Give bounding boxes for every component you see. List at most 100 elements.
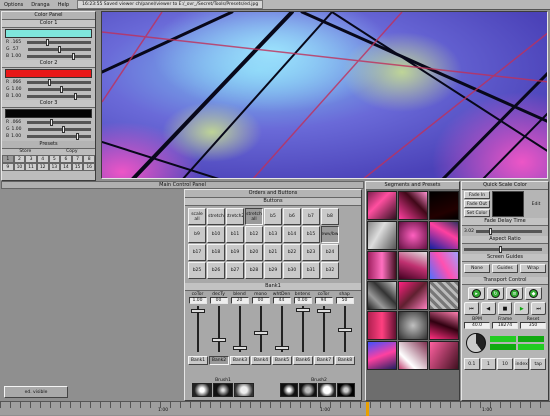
transport-bottom-button-4[interactable]: index	[513, 358, 530, 370]
fader-value[interactable]: 94	[314, 297, 333, 304]
fader-value[interactable]: 1.00	[188, 297, 207, 304]
fader-knob[interactable]	[211, 338, 226, 342]
order-button-24[interactable]: b24	[321, 244, 339, 261]
fader-slider[interactable]	[293, 304, 313, 354]
bank-button-2[interactable]: Bank2	[209, 356, 229, 365]
order-button-1[interactable]: scale all	[188, 208, 206, 225]
rewind-icon[interactable]: ⏮	[464, 302, 479, 315]
channel-value[interactable]: .165	[11, 40, 25, 45]
order-button-23[interactable]: b23	[302, 244, 320, 261]
segment-thumbnail-5[interactable]	[398, 221, 428, 250]
preset-slot-10[interactable]: 10	[13, 163, 26, 171]
brush2-thumb-3[interactable]	[318, 383, 336, 397]
bank-button-4[interactable]: Bank4	[251, 356, 271, 365]
order-button-7[interactable]: b7	[302, 208, 320, 225]
fader-slider[interactable]	[230, 304, 250, 354]
order-button-29[interactable]: b29	[264, 262, 282, 279]
bank-button-8[interactable]: Bank8	[335, 356, 355, 365]
brush2-thumb-4[interactable]	[337, 383, 355, 397]
fader-knob[interactable]	[295, 308, 310, 312]
channel-slider[interactable]	[27, 39, 91, 46]
step-back-icon[interactable]: ◀	[480, 302, 496, 315]
preset-slot-7[interactable]: 7	[71, 155, 84, 163]
color-swatch[interactable]	[5, 69, 92, 78]
edit-label[interactable]: Edit	[526, 191, 546, 217]
order-button-13[interactable]: b13	[264, 226, 282, 243]
segment-thumbnail-16[interactable]	[367, 341, 397, 370]
fader-value[interactable]: 0.00	[293, 297, 312, 304]
order-button-30[interactable]: b30	[283, 262, 301, 279]
set-color-button[interactable]: Set Color	[464, 209, 490, 217]
bank-button-6[interactable]: Bank6	[293, 356, 313, 365]
segment-thumbnail-15[interactable]	[429, 311, 459, 340]
fader-knob[interactable]	[232, 346, 247, 350]
segment-thumbnail-1[interactable]	[367, 191, 397, 220]
guides-none-button[interactable]: None	[464, 264, 490, 273]
order-button-20[interactable]: b20	[245, 244, 263, 261]
segment-thumbnail-10[interactable]	[367, 281, 397, 310]
fader-knob[interactable]	[253, 331, 268, 335]
transport-bottom-button-2[interactable]: 1	[480, 358, 497, 370]
guides-wrap-button[interactable]: Wrap	[520, 264, 546, 273]
segment-thumbnail-12[interactable]	[429, 281, 459, 310]
fader-value[interactable]: 50	[335, 297, 354, 304]
order-button-19[interactable]: b19	[226, 244, 244, 261]
timeline-playhead[interactable]	[366, 402, 369, 416]
bank-button-5[interactable]: Bank5	[272, 356, 292, 365]
guides-guides-button[interactable]: Guides	[492, 264, 518, 273]
preset-slot-4[interactable]: 4	[36, 155, 49, 163]
fader-knob[interactable]	[190, 309, 205, 313]
order-button-12[interactable]: b12	[245, 226, 263, 243]
fader-value[interactable]: 20	[230, 297, 249, 304]
fader-knob[interactable]	[274, 346, 289, 350]
fader-value[interactable]: 44	[272, 297, 291, 304]
fast-forward-icon[interactable]: ⏭	[531, 302, 546, 315]
order-button-10[interactable]: b10	[207, 226, 225, 243]
aspect-slider[interactable]	[464, 245, 542, 253]
brush1-thumb-2[interactable]	[213, 383, 233, 397]
transport-bottom-button-3[interactable]: 10	[497, 358, 513, 370]
order-button-8[interactable]: b8	[321, 208, 339, 225]
viewer-status-button[interactable]: ed. visible	[4, 386, 68, 398]
mix-icon[interactable]: ≡	[506, 287, 523, 300]
order-button-3[interactable]: stretch2	[226, 208, 244, 225]
fader-slider[interactable]	[272, 304, 292, 354]
order-button-28[interactable]: b28	[245, 262, 263, 279]
bpm-value[interactable]: 40.0	[464, 322, 490, 329]
fader-value[interactable]: 00	[251, 297, 270, 304]
menu-dranga[interactable]: Dranga	[27, 2, 53, 8]
fader-slider[interactable]	[209, 304, 229, 354]
order-button-6[interactable]: b6	[283, 208, 301, 225]
order-button-25[interactable]: b25	[188, 262, 206, 279]
channel-value[interactable]: 1.00	[12, 87, 26, 92]
channel-slider[interactable]	[27, 53, 91, 60]
brush2-thumb-1[interactable]	[280, 383, 298, 397]
frame-value[interactable]: 18274	[492, 322, 518, 329]
order-button-31[interactable]: b31	[302, 262, 320, 279]
preset-slot-1[interactable]: 1	[2, 155, 14, 163]
menu-options[interactable]: Options	[0, 2, 27, 8]
transport-bottom-button-5[interactable]: tap	[530, 358, 546, 370]
order-button-16[interactable]: ewv/bw	[321, 226, 339, 243]
order-button-2[interactable]: stretch	[207, 208, 225, 225]
segment-thumbnail-2[interactable]	[398, 191, 428, 220]
transport-bottom-button-1[interactable]: 0.1	[464, 358, 480, 370]
stop-icon[interactable]: ■	[497, 302, 513, 315]
segment-thumbnail-14[interactable]	[398, 311, 428, 340]
channel-slider[interactable]	[27, 86, 91, 93]
preset-slot-6[interactable]: 6	[60, 155, 72, 163]
bank-button-1[interactable]: Bank1	[188, 356, 208, 365]
play-forward-icon[interactable]: ▸	[468, 287, 485, 300]
color-swatch[interactable]	[5, 109, 92, 118]
channel-value[interactable]: .066	[11, 80, 25, 85]
preset-slot-3[interactable]: 3	[25, 155, 37, 163]
preset-slot-11[interactable]: 11	[25, 163, 37, 171]
preset-slot-9[interactable]: 9	[2, 163, 14, 171]
fader-slider[interactable]	[314, 304, 334, 354]
fade-in-button[interactable]: Fade In	[464, 191, 490, 199]
fader-knob[interactable]	[337, 328, 352, 332]
order-button-15[interactable]: b15	[302, 226, 320, 243]
loop-icon[interactable]: ↻	[487, 287, 504, 300]
brush2-thumb-2[interactable]	[299, 383, 317, 397]
order-button-17[interactable]: b17	[188, 244, 206, 261]
